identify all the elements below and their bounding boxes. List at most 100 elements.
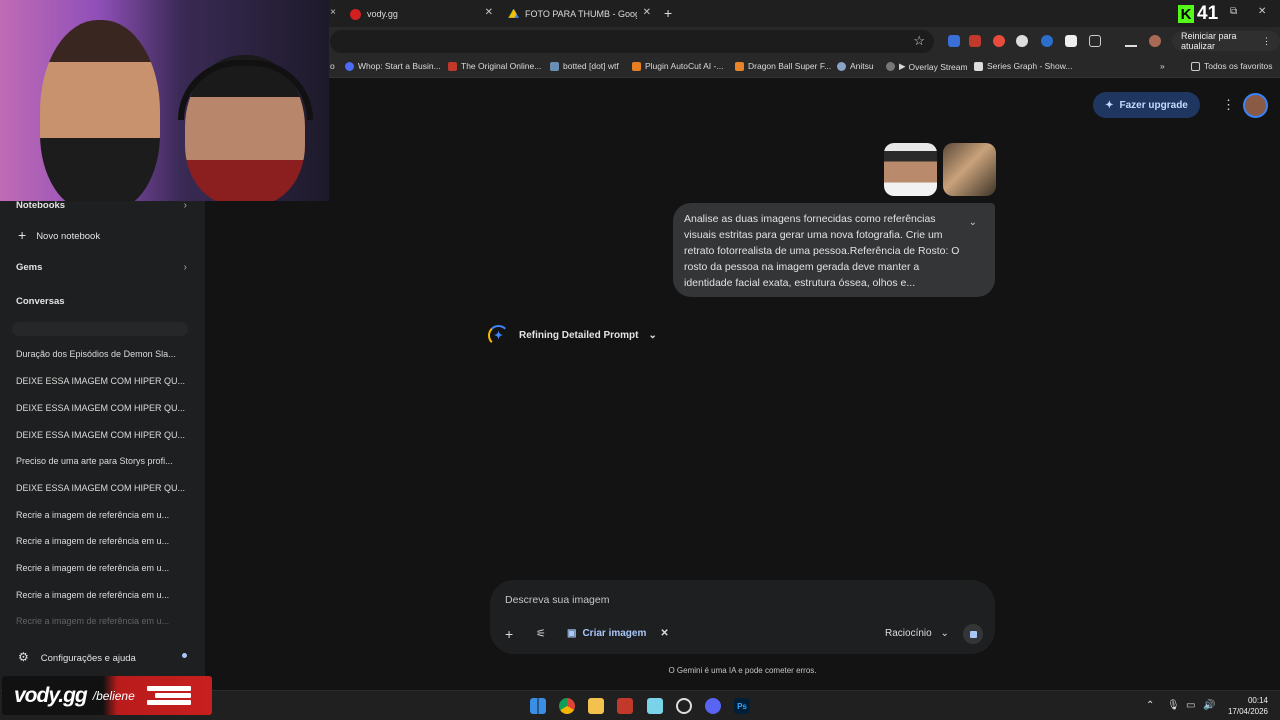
app-icon[interactable] [676,698,692,714]
disclaimer: O Gemini é uma IA e pode cometer erros. [668,666,817,675]
thinking-label: Refining Detailed Prompt [519,330,639,341]
more-options-icon[interactable]: ⋮ [1222,97,1235,113]
clock-time: 00:14 [1247,696,1268,705]
chrome-icon[interactable] [559,698,575,714]
conversation-placeholder-bar [12,322,188,336]
bookmark-site-icon [974,61,983,71]
microphone-icon[interactable]: 🎙 [1167,700,1180,711]
play-icon: ▶ [899,61,906,71]
conversation-item[interactable]: Recrie a imagem de referência em u... [16,563,191,573]
prompt-input[interactable]: Descreva sua imagem [505,594,609,606]
bookmark-site-icon [735,61,744,71]
restart-label: Reiniciar para atualizar [1181,31,1237,51]
tab-label: vody.gg [367,9,398,19]
bookmark-item[interactable]: Plugin AutoCut AI -... [632,61,723,71]
close-tab-icon[interactable]: ✕ [485,7,493,18]
extension-icon[interactable] [1041,35,1053,47]
bookmark-item[interactable]: Anitsu [837,61,874,71]
system-clock[interactable]: 00:14 17/04/2026 [1222,695,1268,717]
conversation-item[interactable]: Recrie a imagem de referência em u... [16,536,191,546]
kick-logo-icon: K [1178,5,1194,23]
bookmark-item[interactable]: The Original Online... [448,61,541,71]
conversation-item[interactable]: Duração dos Episódios de Demon Sla... [16,349,191,359]
conversation-item[interactable]: DEIXE ESSA IMAGEM COM HIPER QU... [16,430,191,440]
sidebar-label: Novo notebook [36,231,101,242]
stop-generation-button[interactable] [963,624,983,644]
window-close-icon[interactable]: ✕ [1258,6,1266,17]
photoshop-icon[interactable]: Ps [734,698,750,714]
volume-icon[interactable]: 🔊 [1203,700,1215,711]
create-image-chip[interactable]: ▣ Criar imagem ✕ [567,628,669,639]
stop-icon [969,630,977,638]
expand-chevron-icon[interactable]: ⌄ [969,215,977,231]
watermark-handle: /beliene [92,688,135,703]
conversations-header: Conversas [16,296,65,307]
profile-avatar-icon[interactable] [1149,35,1161,47]
new-tab-button[interactable]: + [664,5,672,21]
tools-icon[interactable]: ⚟ [536,627,546,640]
tab-google-drive[interactable]: FOTO PARA THUMB - Google D ✕ [508,4,651,24]
conversation-item[interactable]: DEIXE ESSA IMAGEM COM HIPER QU... [16,403,191,413]
all-bookmarks[interactable]: Todos os favoritos [1191,61,1273,71]
app-icon[interactable] [617,698,633,714]
bookmark-item[interactable]: Series Graph - Show... [974,61,1073,71]
extension-icon[interactable] [1065,35,1077,47]
sparkle-icon: ✦ [1105,99,1114,111]
bookmark-partial[interactable]: o [330,61,335,71]
thinking-indicator[interactable]: ✦ Refining Detailed Prompt ⌄ [488,325,657,346]
bookmark-label: Plugin AutoCut AI -... [645,61,724,71]
user-avatar[interactable] [1243,93,1268,118]
discord-icon[interactable] [705,698,721,714]
bookmark-item[interactable]: Whop: Start a Busin... [345,61,441,71]
close-tab-icon[interactable]: ✕ [643,7,651,18]
conversation-item[interactable]: Recrie a imagem de referência em u... [16,590,191,600]
sidebar-label: Notebooks [16,200,66,211]
address-bar[interactable]: ☆ [330,30,934,53]
extension-icon[interactable] [993,35,1005,47]
tab-partial-close[interactable]: × [328,4,336,24]
remove-chip-icon[interactable]: ✕ [660,628,668,639]
conversation-item[interactable]: Preciso de uma arte para Storys profi... [16,456,191,466]
bookmarks-overflow-icon[interactable]: » [1160,61,1165,71]
tab-vody[interactable]: vody.gg ✕ [350,4,493,24]
google-drive-icon [508,8,519,18]
sidebar-item-notebooks[interactable]: Notebooks [16,200,65,211]
bookmark-site-icon [837,61,846,71]
extensions-puzzle-icon[interactable] [1089,35,1101,47]
upgrade-button[interactable]: ✦ Fazer upgrade [1093,92,1200,118]
screen: × vody.gg ✕ FOTO PARA THUMB - Google D ✕… [0,0,1280,720]
extension-icon[interactable] [948,35,960,47]
bookmark-star-icon[interactable]: ☆ [913,33,925,49]
bookmark-item[interactable]: botted [dot] wtf [550,61,619,71]
kick-viewer-counter: K 41 [1178,3,1218,25]
add-attachment-icon[interactable]: + [505,626,513,642]
notepad-icon[interactable] [647,698,663,714]
file-explorer-icon[interactable] [588,698,604,714]
conversation-item[interactable]: Recrie a imagem de referência em u... [16,510,191,520]
extension-icon[interactable] [969,35,981,47]
viewer-count: 41 [1197,3,1219,24]
new-notebook-button[interactable]: + Novo notebook [18,226,101,243]
conversation-item[interactable]: Recrie a imagem de referência em u... [16,616,191,626]
bookmark-item[interactable]: ▶ Overlay Stream [886,61,968,72]
uploaded-image-style[interactable] [943,143,996,196]
chevron-right-icon[interactable]: › [184,200,187,211]
chevron-right-icon[interactable]: › [184,262,187,273]
download-icon[interactable] [1125,35,1137,47]
sidebar-item-gems[interactable]: Gems [16,262,42,273]
chip-label: Criar imagem [582,628,647,639]
conversation-item[interactable]: DEIXE ESSA IMAGEM COM HIPER QU... [16,483,191,493]
tray-overflow-icon[interactable]: ⌃ [1146,700,1154,711]
bookmark-item[interactable]: Dragon Ball Super F... [735,61,831,71]
chevron-down-icon: ⌄ [940,628,949,639]
model-selector[interactable]: Raciocínio ⌄ [885,628,949,639]
sidebar-label: Configurações e ajuda [40,653,136,664]
window-restore-icon[interactable]: ⧉ [1230,6,1237,17]
network-icon[interactable]: ▭ [1186,700,1195,711]
start-icon[interactable] [530,698,546,714]
conversation-item[interactable]: DEIXE ESSA IMAGEM COM HIPER QU... [16,376,191,386]
extension-icon[interactable] [1016,35,1028,47]
restart-to-update-button[interactable]: Reiniciar para atualizar ⋮ [1172,31,1280,51]
settings-and-help[interactable]: ⚙ Configurações e ajuda [18,650,136,664]
uploaded-image-face[interactable] [884,143,937,196]
